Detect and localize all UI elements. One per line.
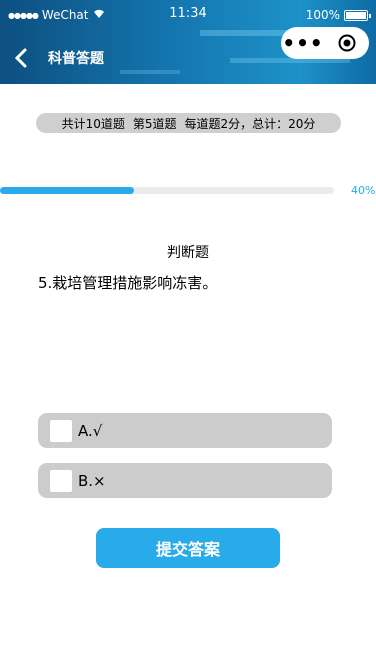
option-checkbox[interactable]: [50, 419, 72, 442]
option-label: A.√: [78, 421, 103, 440]
quiz-summary-badge: 共计10道题 第5道题 每道题2分，总计：20分: [36, 113, 341, 133]
more-button[interactable]: •••: [281, 33, 325, 53]
progress-bar: [0, 187, 334, 194]
question-type: 判断题: [167, 245, 209, 261]
option-b[interactable]: B.×: [38, 463, 332, 498]
option-checkbox[interactable]: [50, 469, 72, 492]
current-question: 第5道题: [132, 116, 177, 131]
header-decoration: [120, 70, 180, 74]
battery-percent: 100%: [305, 8, 340, 22]
more-icon: •••: [282, 31, 324, 55]
battery-icon: [344, 9, 371, 21]
close-button[interactable]: [325, 34, 369, 52]
submit-answer-button[interactable]: 提交答案: [96, 528, 280, 568]
question-text: 5.栽培管理措施影响冻害。: [38, 274, 218, 292]
status-bar: ●●●●● WeChat 11:34 100%: [0, 0, 376, 26]
app-header: ●●●●● WeChat 11:34 100% 科普答题 •••: [0, 0, 376, 84]
chevron-left-icon: [14, 48, 27, 68]
option-label: B.×: [78, 471, 106, 490]
option-a[interactable]: A.√: [38, 413, 332, 448]
progress-label: 40%: [351, 184, 376, 197]
page-title: 科普答题: [48, 51, 104, 67]
mini-program-capsule: •••: [281, 27, 369, 59]
progress-fill: [0, 187, 134, 194]
back-button[interactable]: [10, 46, 34, 70]
target-icon: [338, 34, 356, 52]
total-questions: 共计10道题: [61, 116, 125, 131]
score-info: 每道题2分，总计：20分: [184, 116, 316, 131]
